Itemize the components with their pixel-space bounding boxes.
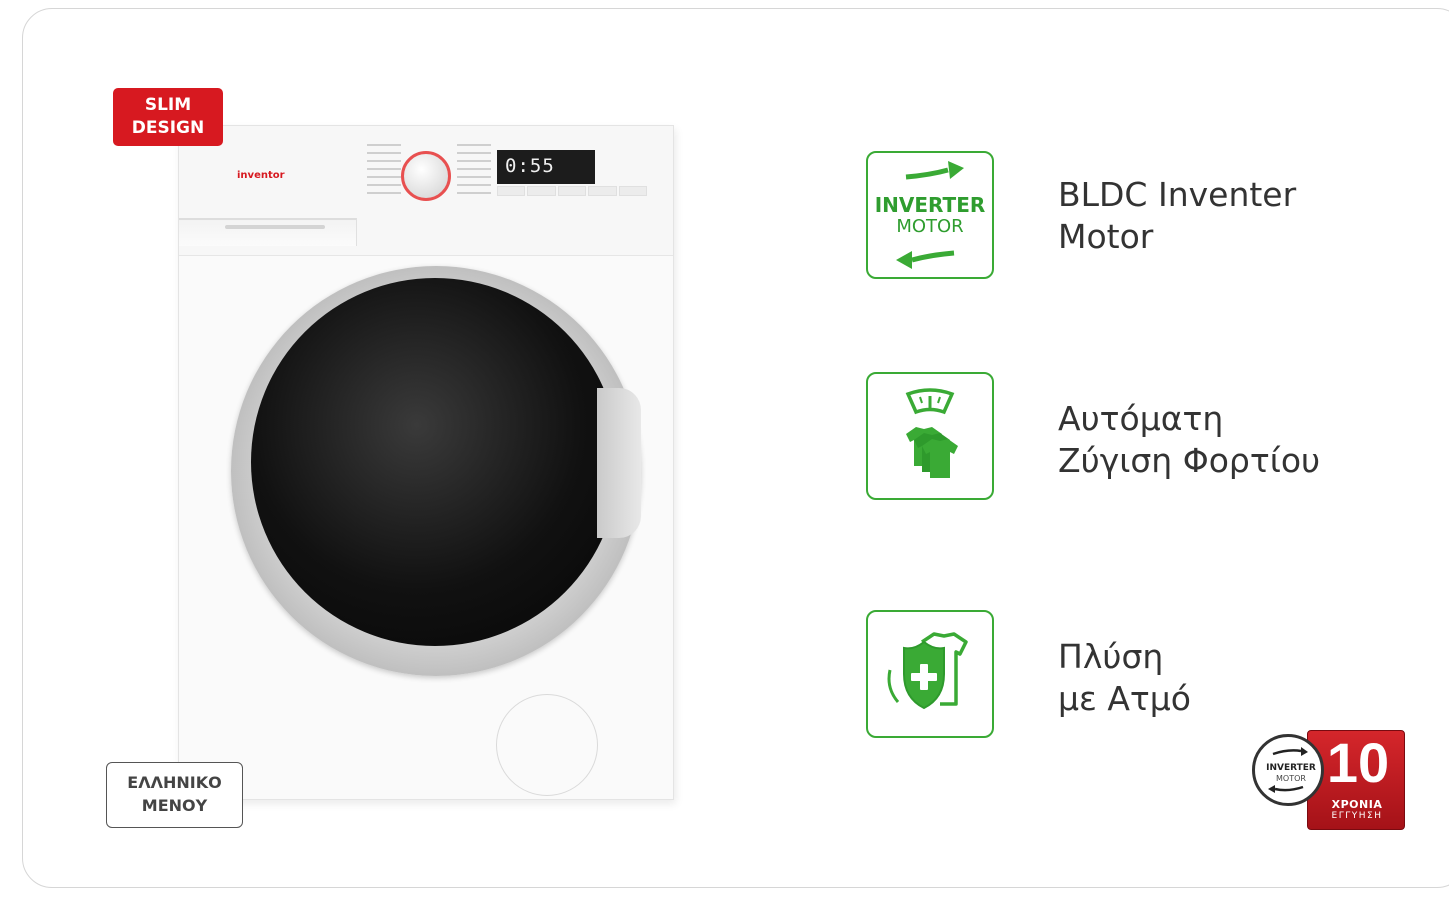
motor-icon-label: MOTOR [896,216,964,237]
feature-weighing-text: Αυτόματη Ζύγιση Φορτίου [1058,398,1320,482]
feature-steam-line2: με Ατμό [1058,679,1191,718]
warranty-years-label: ΧΡΟΝΙΑ [1331,798,1383,811]
steam-shirt-shield-icon [866,610,994,738]
slim-design-badge: SLIM DESIGN [113,88,223,146]
menu-badge-line1: ΕΛΛΗΝΙΚΟ [127,773,222,792]
program-labels-left [367,138,401,208]
feature-steam-line1: Πλύση [1058,637,1164,676]
warranty-badge: 10 ΧΡΟΝΙΑ ΕΓΓΥΗΣΗ INVERTER MOTOR [1252,730,1405,830]
feature-weighing-line2: Ζύγιση Φορτίου [1058,441,1321,480]
program-dial [401,151,451,201]
circle-inverter-label: INVERTER [1266,763,1316,773]
panel-buttons [497,186,648,196]
feature-steam-text: Πλύση με Ατμό [1058,636,1191,720]
menu-badge-line2: ΜΕΝΟΥ [141,796,208,815]
feature-inverter-line2: Motor [1058,217,1154,256]
time-display: 0:55 [497,150,595,184]
slim-badge-line2: DESIGN [131,118,205,138]
feature-inverter-line1: BLDC Inventer [1058,175,1297,214]
inverter-icon-label: INVERTER [874,193,986,217]
slim-badge-line1: SLIM [144,95,192,115]
scale-shirts-icon [866,372,994,500]
feature-weighing-line1: Αυτόματη [1058,399,1224,438]
feature-inverter-text: BLDC Inventer Motor [1058,174,1296,258]
filter-cover [496,694,598,796]
drawer-handle [225,225,325,229]
inverter-motor-icon: INVERTER MOTOR [866,151,994,279]
circle-motor-label: MOTOR [1276,774,1306,783]
program-labels-right [457,138,491,208]
warranty-guarantee-label: ΕΓΓΥΗΣΗ [1331,811,1383,821]
detergent-drawer [179,218,357,246]
warranty-years-number: 10 [1326,731,1390,794]
inverter-motor-circle-icon: INVERTER MOTOR [1252,734,1324,806]
washing-machine-image: inventor 0:55 [178,125,674,800]
door-glass [251,278,619,646]
brand-logo: inventor [237,170,285,181]
door-handle [597,388,641,538]
greek-menu-badge: ΕΛΛΗΝΙΚΟ ΜΕΝΟΥ [106,762,243,828]
